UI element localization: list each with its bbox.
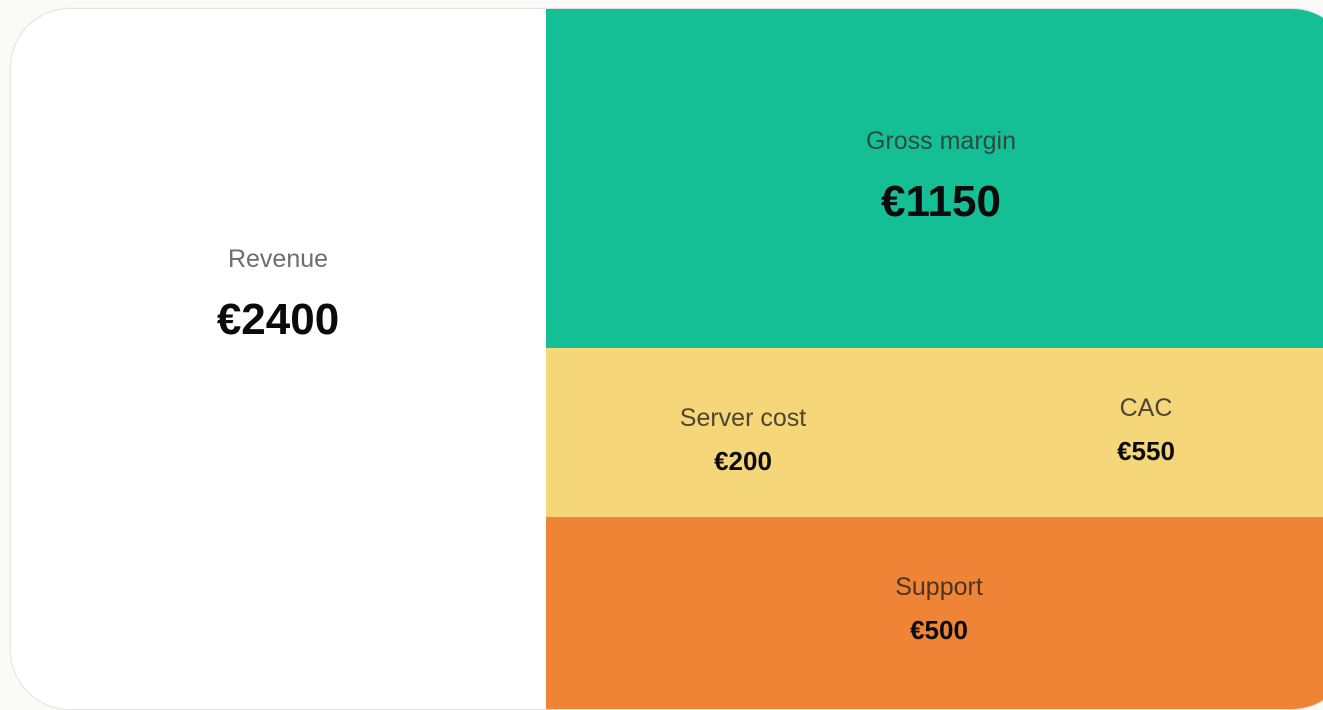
tile-support-label: Support — [895, 573, 983, 601]
tile-revenue-label: Revenue — [227, 245, 329, 273]
tile-cac: CAC €550 — [946, 348, 1323, 517]
treemap-chart: Revenue €2400 Gross margin €1150 Server … — [10, 8, 1323, 710]
tile-server-cost-label: Server cost — [679, 404, 807, 432]
tile-support-value: €500 — [910, 615, 968, 645]
tile-revenue-value: €2400 — [216, 295, 340, 344]
tile-gross-margin-label: Gross margin — [865, 127, 1017, 155]
tile-revenue: Revenue €2400 — [11, 9, 546, 709]
tile-cac-value: €550 — [1117, 436, 1175, 466]
tile-gross-margin-value: €1150 — [881, 177, 1001, 226]
tile-support: Support €500 — [546, 517, 1323, 709]
tile-server-cost-value: €200 — [714, 446, 772, 476]
tile-gross-margin: Gross margin €1150 — [546, 9, 1323, 348]
tile-server-cost: Server cost €200 — [546, 348, 946, 517]
tile-cac-label: CAC — [1119, 394, 1173, 422]
